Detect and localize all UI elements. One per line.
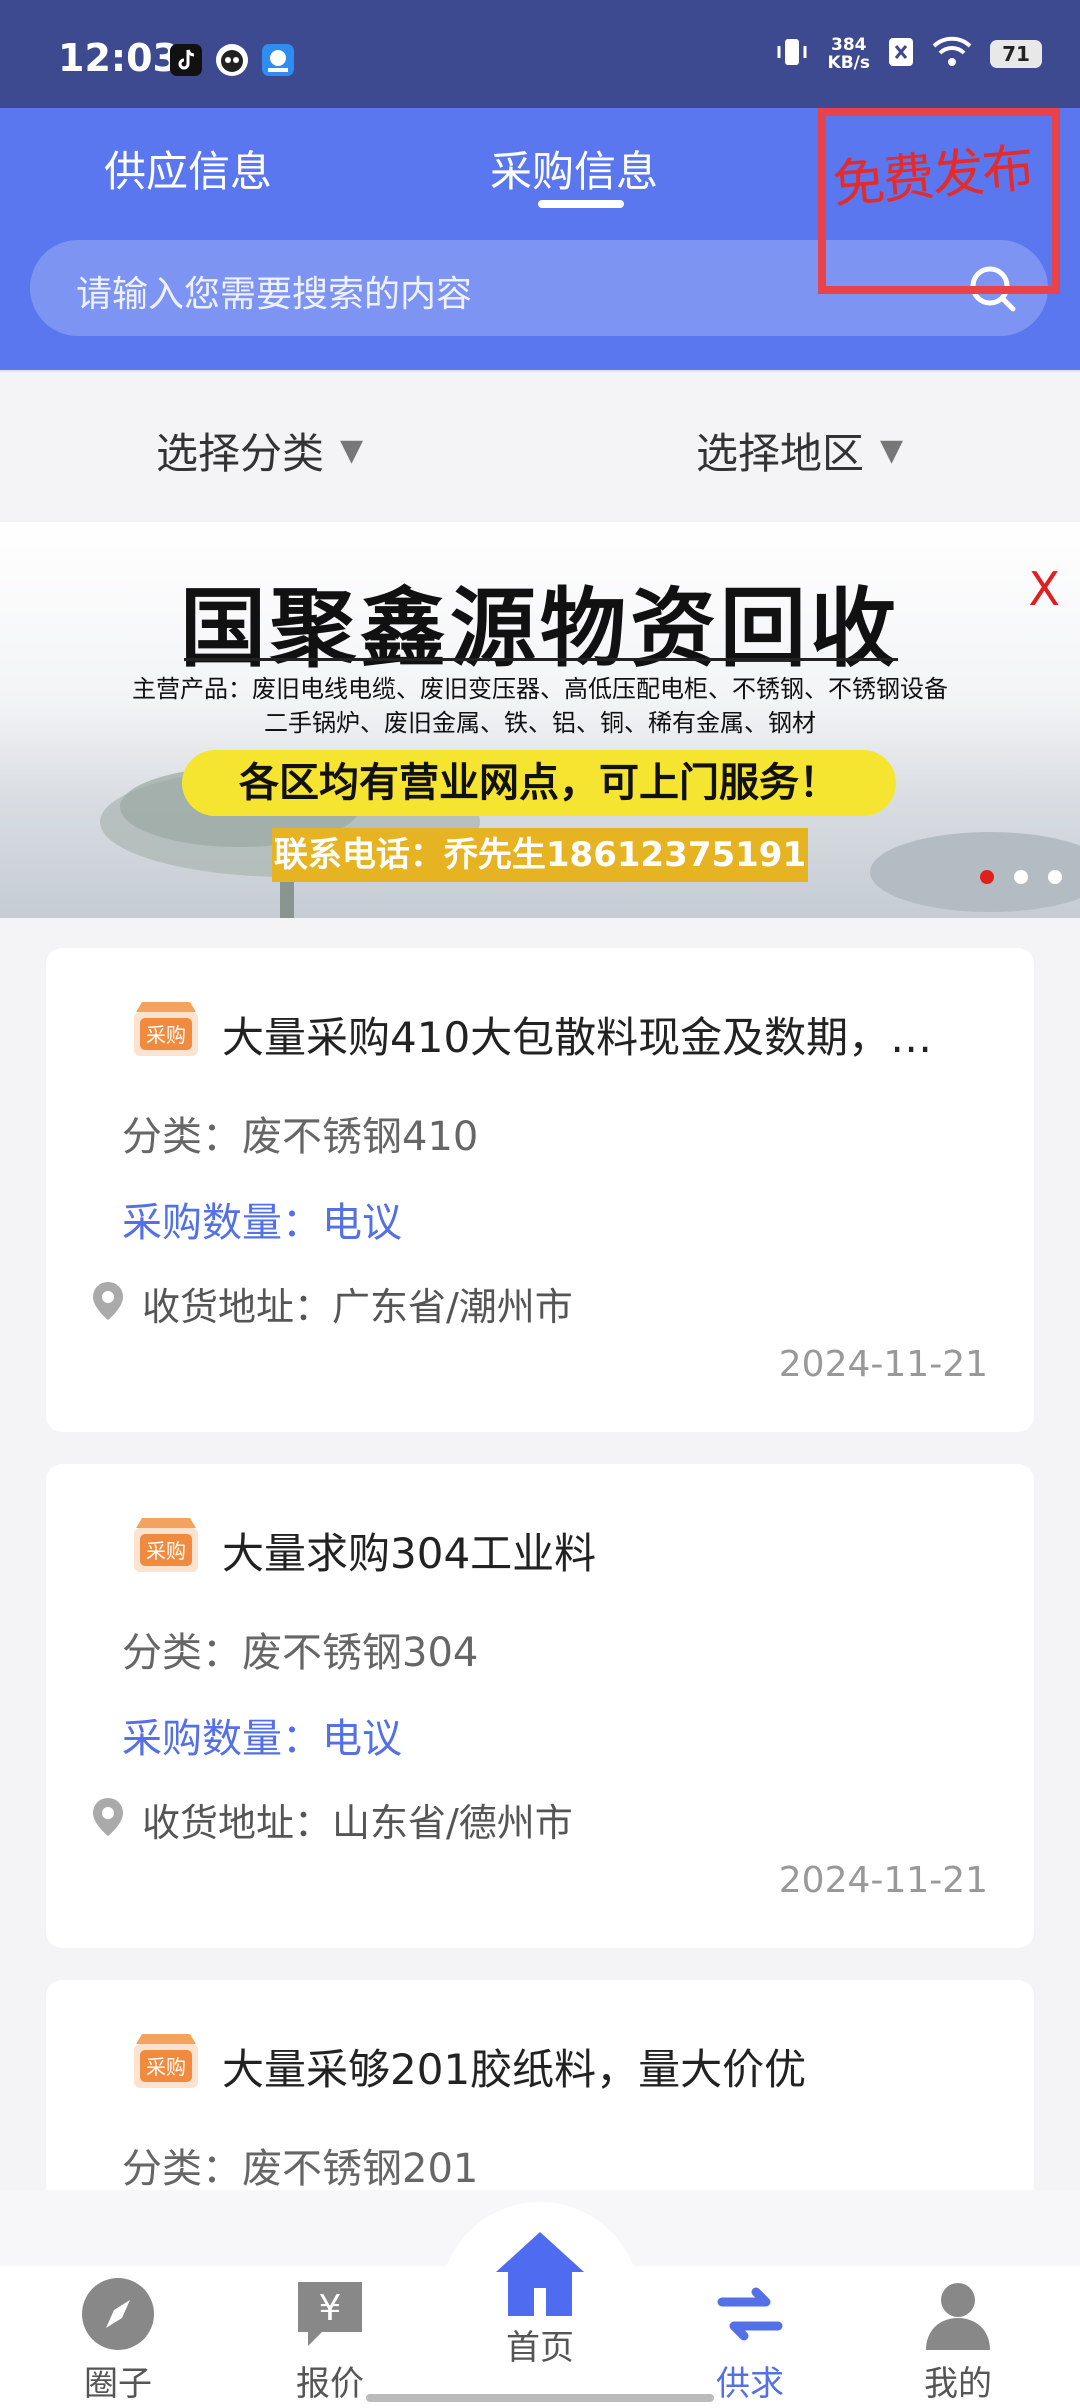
listing-card[interactable]: 采购 大量采购410大包散料现金及数期，… 分类：废不锈钢410 采购数量：电议… xyxy=(46,948,1034,1432)
triangle-down-icon: ▼ xyxy=(340,433,364,468)
exchange-icon xyxy=(712,2287,788,2356)
banner-title: 国聚鑫源物资回收 xyxy=(180,579,900,679)
svg-text:¥: ¥ xyxy=(319,2288,342,2329)
listing-category: 分类：废不锈钢201 xyxy=(122,2146,479,2190)
listing-list: 采购 大量采购410大包散料现金及数期，… 分类：废不锈钢410 采购数量：电议… xyxy=(0,918,1080,2190)
region-filter[interactable]: 选择地区 ▼ xyxy=(696,420,903,481)
compass-icon xyxy=(80,2278,156,2356)
tiktok-icon xyxy=(170,44,202,76)
active-tab-indicator xyxy=(538,200,624,208)
tab-purchase[interactable]: 采购信息 xyxy=(490,138,658,199)
purchase-badge-icon: 采购 xyxy=(130,998,202,1064)
region-filter-label: 选择地区 xyxy=(696,429,865,478)
status-time: 12:03 xyxy=(58,36,179,80)
listing-title: 大量采够201胶纸料，量大价优 xyxy=(222,2045,807,2094)
app-icon xyxy=(262,44,294,76)
tab-supply[interactable]: 供应信息 xyxy=(104,138,272,199)
header: 供应信息 采购信息 请输入您需要搜索的内容 免费发布 xyxy=(0,108,1080,370)
purchase-badge-icon: 采购 xyxy=(130,1514,202,1580)
listing-quantity: 采购数量：电议 xyxy=(122,1716,402,1762)
listing-date: 2024-11-21 xyxy=(778,1344,988,1385)
nav-label: 我的 xyxy=(924,2364,992,2404)
ad-banner[interactable]: 国聚鑫源物资回收 主营产品：废旧电线电缆、废旧变压器、高低压配电柜、不锈钢、不锈… xyxy=(0,522,1080,918)
carousel-dot[interactable] xyxy=(980,870,994,884)
nav-label: 圈子 xyxy=(84,2364,152,2404)
listing-category: 分类：废不锈钢410 xyxy=(122,1114,479,1160)
category-filter[interactable]: 选择分类 ▼ xyxy=(156,420,363,481)
filter-bar: 选择分类 ▼ 选择地区 ▼ xyxy=(0,370,1080,524)
svg-text:采购: 采购 xyxy=(146,2055,186,2079)
battery-icon: 71 xyxy=(990,40,1042,68)
category-filter-label: 选择分类 xyxy=(156,429,325,478)
hill-silhouette xyxy=(870,832,1080,912)
listing-title: 大量采购410大包散料现金及数期，… xyxy=(222,1013,933,1062)
listing-card[interactable]: 采购 大量采够201胶纸料，量大价优 分类：废不锈钢201 xyxy=(46,1980,1034,2190)
status-bar: 12:03 384 KB/s 71 xyxy=(0,0,1080,108)
svg-text:采购: 采购 xyxy=(146,1023,186,1047)
cat-app-icon xyxy=(216,44,248,76)
nav-item-supply-demand[interactable]: 供求 xyxy=(660,2276,840,2405)
gesture-bar[interactable] xyxy=(366,2394,714,2402)
listing-date: 2024-11-21 xyxy=(778,1860,988,1901)
listing-category: 分类：废不锈钢304 xyxy=(122,1630,479,1676)
free-publish-button[interactable]: 免费发布 xyxy=(818,108,1060,294)
listing-address: 收货地址：广东省/潮州市 xyxy=(142,1285,573,1329)
nav-item-quote[interactable]: ¥ 报价 xyxy=(240,2276,420,2405)
purchase-badge-icon: 采购 xyxy=(130,2030,202,2096)
location-pin-icon xyxy=(90,1280,126,1326)
nav-item-mine[interactable]: 我的 xyxy=(868,2276,1048,2405)
banner-phone: 联系电话：乔先生18612375191 xyxy=(272,828,808,882)
banner-products: 主营产品：废旧电线电缆、废旧变压器、高低压配电柜、不锈钢、不锈钢设备 二手锅炉、… xyxy=(132,675,948,737)
nav-label: 首页 xyxy=(506,2328,574,2368)
listing-quantity: 采购数量：电议 xyxy=(122,1200,402,1246)
wifi-icon xyxy=(932,36,972,72)
carousel-dots xyxy=(980,870,1062,884)
free-publish-label: 免费发布 xyxy=(830,138,1035,216)
nav-item-circle[interactable]: 圈子 xyxy=(28,2276,208,2405)
nav-item-home[interactable]: 首页 xyxy=(450,2226,630,2369)
banner-divider xyxy=(184,658,898,661)
listing-address: 收货地址：山东省/德州市 xyxy=(142,1801,573,1845)
banner-slogan: 各区均有营业网点，可上门服务！ xyxy=(182,750,896,816)
yen-chat-icon: ¥ xyxy=(292,2282,368,2356)
carousel-dot[interactable] xyxy=(1014,870,1028,884)
search-placeholder: 请输入您需要搜索的内容 xyxy=(76,274,473,315)
svg-text:采购: 采购 xyxy=(146,1539,186,1563)
sim-off-icon xyxy=(888,37,914,71)
vibrate-icon xyxy=(774,34,810,74)
location-pin-icon xyxy=(90,1796,126,1842)
triangle-down-icon: ▼ xyxy=(880,433,904,468)
listing-title: 大量求购304工业料 xyxy=(222,1529,597,1578)
carousel-dot[interactable] xyxy=(1048,870,1062,884)
net-speed: 384 KB/s xyxy=(827,35,870,73)
listing-card[interactable]: 采购 大量求购304工业料 分类：废不锈钢304 采购数量：电议 收货地址：山东… xyxy=(46,1464,1034,1948)
banner-close-button[interactable]: X xyxy=(1028,562,1060,616)
user-icon xyxy=(920,2283,996,2356)
